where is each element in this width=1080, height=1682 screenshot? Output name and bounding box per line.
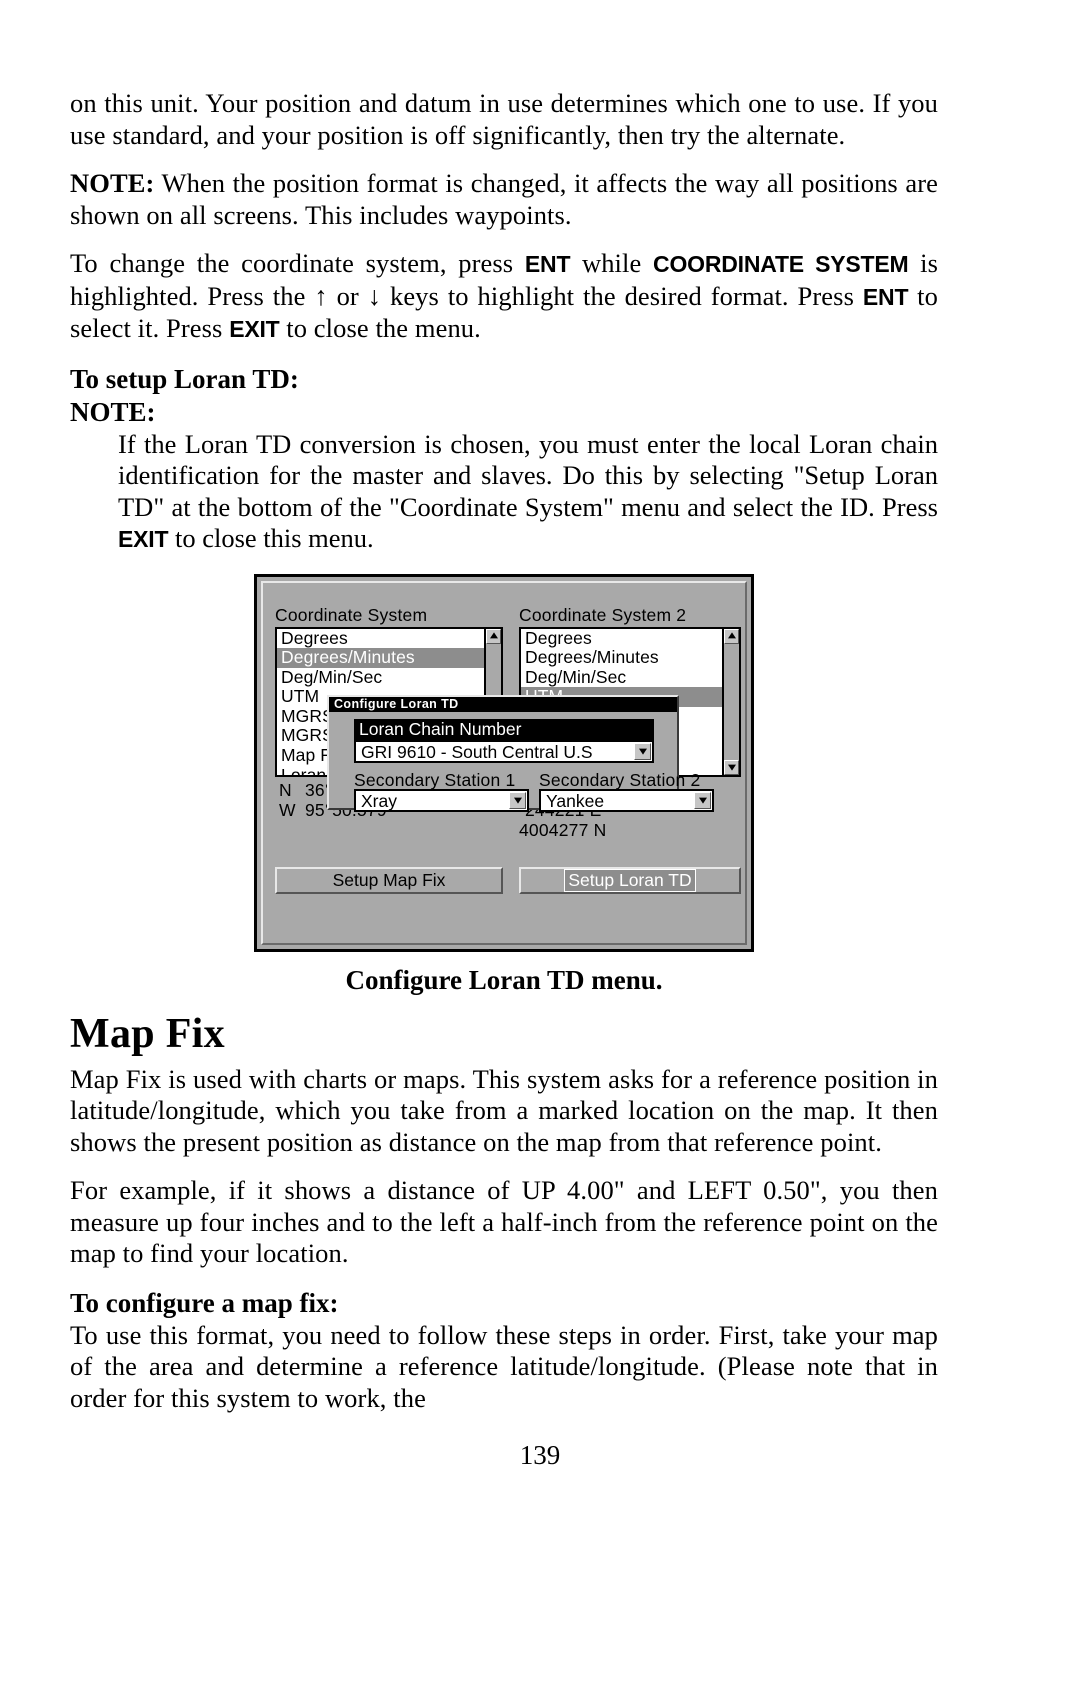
- secondary-station-1-select[interactable]: Xray: [354, 788, 529, 812]
- paragraph-map-fix-3: To use this format, you need to follow t…: [70, 1319, 938, 1413]
- list-item[interactable]: Deg/Min/Sec: [521, 667, 739, 688]
- chevron-down-icon[interactable]: [634, 742, 651, 760]
- note-indented-block: If the Loran TD conversion is chosen, yo…: [118, 429, 938, 556]
- section-heading-map-fix: Map Fix: [70, 1010, 225, 1057]
- list-item[interactable]: Degrees: [277, 629, 501, 649]
- page-content: on this unit. Your position and datum in…: [70, 88, 938, 1431]
- paragraph-map-fix-2: For example, if it shows a distance of U…: [70, 1175, 938, 1268]
- menu-name-coordinate-system: COORDINATE SYSTEM: [653, 251, 909, 277]
- key-exit: EXIT: [118, 526, 169, 552]
- setup-loran-td-label: Setup Loran TD: [564, 868, 696, 892]
- paragraph-change-coordinate-system: To change the coordinate system, press E…: [70, 248, 938, 346]
- loran-chain-number-label: Loran Chain Number: [354, 718, 654, 740]
- chevron-down-icon[interactable]: [694, 791, 711, 809]
- configure-loran-td-dialog: Configure Loran TD Loran Chain Number GR…: [327, 694, 714, 812]
- left-panel-title: Coordinate System: [275, 604, 428, 625]
- page-number: 139: [519, 1440, 561, 1470]
- scroll-down-button[interactable]: [724, 759, 739, 775]
- loran-chain-number-value: GRI 9610 - South Central U.S: [361, 741, 593, 762]
- text-segment: while: [570, 248, 654, 278]
- subheading-setup-loran-td: To setup Loran TD:: [70, 363, 299, 394]
- text-segment: If the Loran TD conversion is chosen, yo…: [118, 428, 938, 522]
- paragraph-note-position-format: NOTE: When the position format is change…: [70, 168, 938, 231]
- figure-configure-loran-td: Coordinate System Degrees Degrees/Minute…: [70, 573, 938, 996]
- triangle-up-icon: [727, 632, 736, 639]
- figure-caption: Configure Loran TD menu.: [345, 964, 663, 995]
- latitude-hemisphere: N: [279, 779, 292, 800]
- paragraph-map-fix-1: Map Fix is used with charts or maps. Thi…: [70, 1063, 938, 1157]
- text-segment: to close the menu.: [279, 313, 481, 343]
- note-body: If the Loran TD conversion is chosen, yo…: [118, 429, 938, 556]
- right-list-scrollbar[interactable]: [722, 628, 739, 775]
- secondary-station-2-label: Secondary Station 2: [539, 769, 701, 790]
- subheading-note: NOTE:: [70, 396, 156, 427]
- list-item-selected[interactable]: Degrees/Minutes: [277, 647, 501, 668]
- secondary-station-2-select[interactable]: Yankee: [539, 788, 714, 812]
- setup-map-fix-button[interactable]: Setup Map Fix: [275, 866, 503, 894]
- loran-chain-number-select[interactable]: GRI 9610 - South Central U.S: [354, 739, 654, 763]
- setup-loran-td-button[interactable]: Setup Loran TD: [519, 866, 741, 894]
- secondary-station-1-label: Secondary Station 1: [354, 769, 516, 790]
- gps-screen: Coordinate System Degrees Degrees/Minute…: [254, 573, 754, 952]
- list-item[interactable]: Deg/Min/Sec: [277, 667, 501, 688]
- key-ent: ENT: [524, 251, 571, 277]
- paragraph-intro: on this unit. Your position and datum in…: [70, 88, 938, 150]
- text-segment: To change the coordinate system, press: [70, 248, 525, 278]
- chevron-down-icon[interactable]: [509, 791, 526, 809]
- note-text: When the position format is changed, it …: [70, 168, 938, 230]
- right-panel-title: Coordinate System 2: [519, 604, 687, 625]
- scroll-up-button[interactable]: [724, 628, 739, 644]
- triangle-up-icon: [489, 632, 498, 639]
- secondary-station-2-value: Yankee: [546, 790, 605, 811]
- note-label: NOTE:: [70, 168, 155, 198]
- list-item[interactable]: Degrees: [521, 629, 739, 649]
- scroll-up-button[interactable]: [486, 628, 501, 644]
- longitude-hemisphere: W: [279, 799, 296, 820]
- secondary-station-1-value: Xray: [361, 790, 397, 811]
- triangle-down-icon: [727, 764, 736, 771]
- subheading-configure-map-fix: To configure a map fix:: [70, 1287, 339, 1318]
- key-exit: EXIT: [229, 316, 280, 342]
- key-ent: ENT: [862, 283, 909, 310]
- setup-map-fix-label: Setup Map Fix: [332, 869, 446, 890]
- text-segment: to close this menu.: [168, 523, 374, 553]
- list-item[interactable]: Degrees/Minutes: [521, 647, 739, 668]
- dialog-title: Configure Loran TD: [329, 696, 677, 712]
- utm-northing: 4004277 N: [519, 819, 607, 840]
